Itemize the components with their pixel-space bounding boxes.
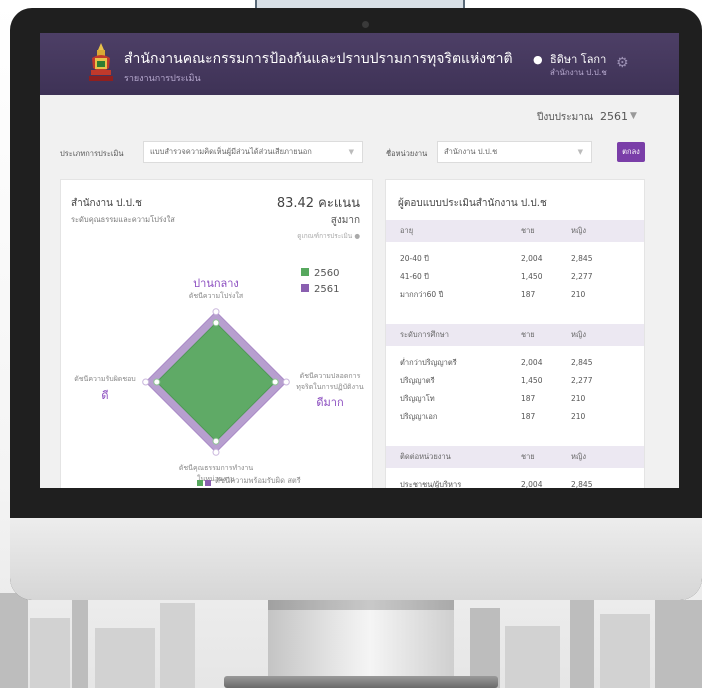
table-row: ปริญญาโท 187 210 bbox=[400, 394, 586, 403]
radar-point-2561-0[interactable] bbox=[212, 308, 220, 316]
fiscal-year-select[interactable]: 2561 bbox=[600, 110, 628, 123]
respondents-card: ผู้ตอบแบบประเมินสำนักงาน ป.ป.ช อายุ ชาย หญ… bbox=[385, 179, 645, 488]
radar-point-2561-2[interactable] bbox=[212, 448, 220, 456]
legend-2560: 2560 bbox=[301, 268, 339, 279]
radar-point-2560-3[interactable] bbox=[153, 378, 161, 386]
table-row: 41-60 ปี 1,450 2,277 bbox=[400, 272, 593, 281]
radar-point-2560-1[interactable] bbox=[271, 378, 279, 386]
app-screen: สำนักงานคณะกรรมการป้องกันและปราบปรามการท… bbox=[40, 33, 679, 488]
table-row: ประชาชน/ผู้บริหาร 2,004 2,845 bbox=[400, 480, 593, 488]
table-row: ต่ำกว่าปริญญาตรี 2,004 2,845 bbox=[400, 358, 593, 367]
legend-swatch-2561 bbox=[301, 284, 309, 292]
axis-name-accountability: ดัชนีความรับผิดชอบ bbox=[74, 375, 136, 383]
user-icon[interactable]: ● bbox=[533, 53, 543, 66]
org-subtitle: รายงานการประเมิน bbox=[124, 74, 201, 84]
axis-level-corruption-free: ดีมาก bbox=[316, 396, 344, 409]
monitor-chin bbox=[10, 518, 702, 600]
emblem-logo-icon[interactable] bbox=[88, 41, 114, 85]
radar-point-2560-2[interactable] bbox=[212, 437, 220, 445]
chevron-down-icon: ▼ bbox=[577, 148, 583, 156]
radar-series-2560 bbox=[156, 322, 276, 442]
legend-2561: 2561 bbox=[301, 284, 339, 295]
gear-icon[interactable]: ⚙ bbox=[616, 55, 629, 71]
webcam-icon bbox=[362, 21, 369, 28]
monitor-stand-neck bbox=[268, 600, 454, 680]
table-row: 20-40 ปี 2,004 2,845 bbox=[400, 254, 593, 263]
user-org: สำนักงาน ป.ป.ช bbox=[550, 68, 607, 77]
summary-card: สำนักงาน ป.ป.ช ระดับคุณธรรมและความโปร่งใ… bbox=[60, 179, 373, 488]
table-row: มากกว่า60 ปี 187 210 bbox=[400, 290, 586, 299]
radar-chart bbox=[142, 308, 290, 456]
unit-label: ชื่อหน่วยงาน bbox=[386, 149, 428, 158]
axis-name-corruption-free: ดัชนีความปลอดการ ทุจริตในการปฏิบัติงาน bbox=[296, 372, 364, 391]
table-section-header: ติดต่อหน่วยงาน ชาย หญิง bbox=[386, 446, 644, 468]
org-name: สำนักงานคณะกรรมการป้องกันและปราบปรามการท… bbox=[124, 51, 513, 67]
respondents-title: ผู้ตอบแบบประเมินสำนักงาน ป.ป.ช bbox=[398, 198, 547, 209]
fiscal-year-label: ปีงบประมาณ bbox=[537, 112, 594, 123]
assessment-type-select[interactable]: แบบสำรวจความคิดเห็นผู้มีส่วนได้ส่วนเสียภ… bbox=[143, 141, 363, 163]
axis-name-transparency: ดัชนีความโปร่งใส bbox=[188, 292, 244, 300]
table-section-header: ระดับการศึกษา ชาย หญิง bbox=[386, 324, 644, 346]
monitor-stand-base bbox=[224, 676, 498, 688]
unit-select[interactable]: สำนักงาน ป.ป.ช ▼ bbox=[437, 141, 592, 163]
cutoff-caption: ดัชนีความพร้อมรับผิด สตรี bbox=[215, 476, 301, 485]
chevron-down-icon[interactable]: ▼ bbox=[630, 111, 637, 121]
axis-level-transparency: ปานกลาง bbox=[193, 277, 239, 290]
cutoff-swatch-purple bbox=[205, 480, 211, 486]
assessment-type-label: ประเภทการประเมิน bbox=[60, 149, 124, 158]
axis-level-accountability: ดี bbox=[101, 389, 109, 402]
table-section-header: อายุ ชาย หญิง bbox=[386, 220, 644, 242]
top-bar: สำนักงานคณะกรรมการป้องกันและปราบปรามการท… bbox=[40, 33, 679, 95]
legend-swatch-2560 bbox=[301, 268, 309, 276]
cutoff-swatch-green bbox=[197, 480, 203, 486]
radar-point-2560-0[interactable] bbox=[212, 319, 220, 327]
chevron-down-icon: ▼ bbox=[348, 148, 354, 156]
search-button[interactable]: ตกลง bbox=[617, 142, 645, 162]
table-row: ปริญญาตรี 1,450 2,277 bbox=[400, 376, 593, 385]
table-row: ปริญญาเอก 187 210 bbox=[400, 412, 586, 421]
